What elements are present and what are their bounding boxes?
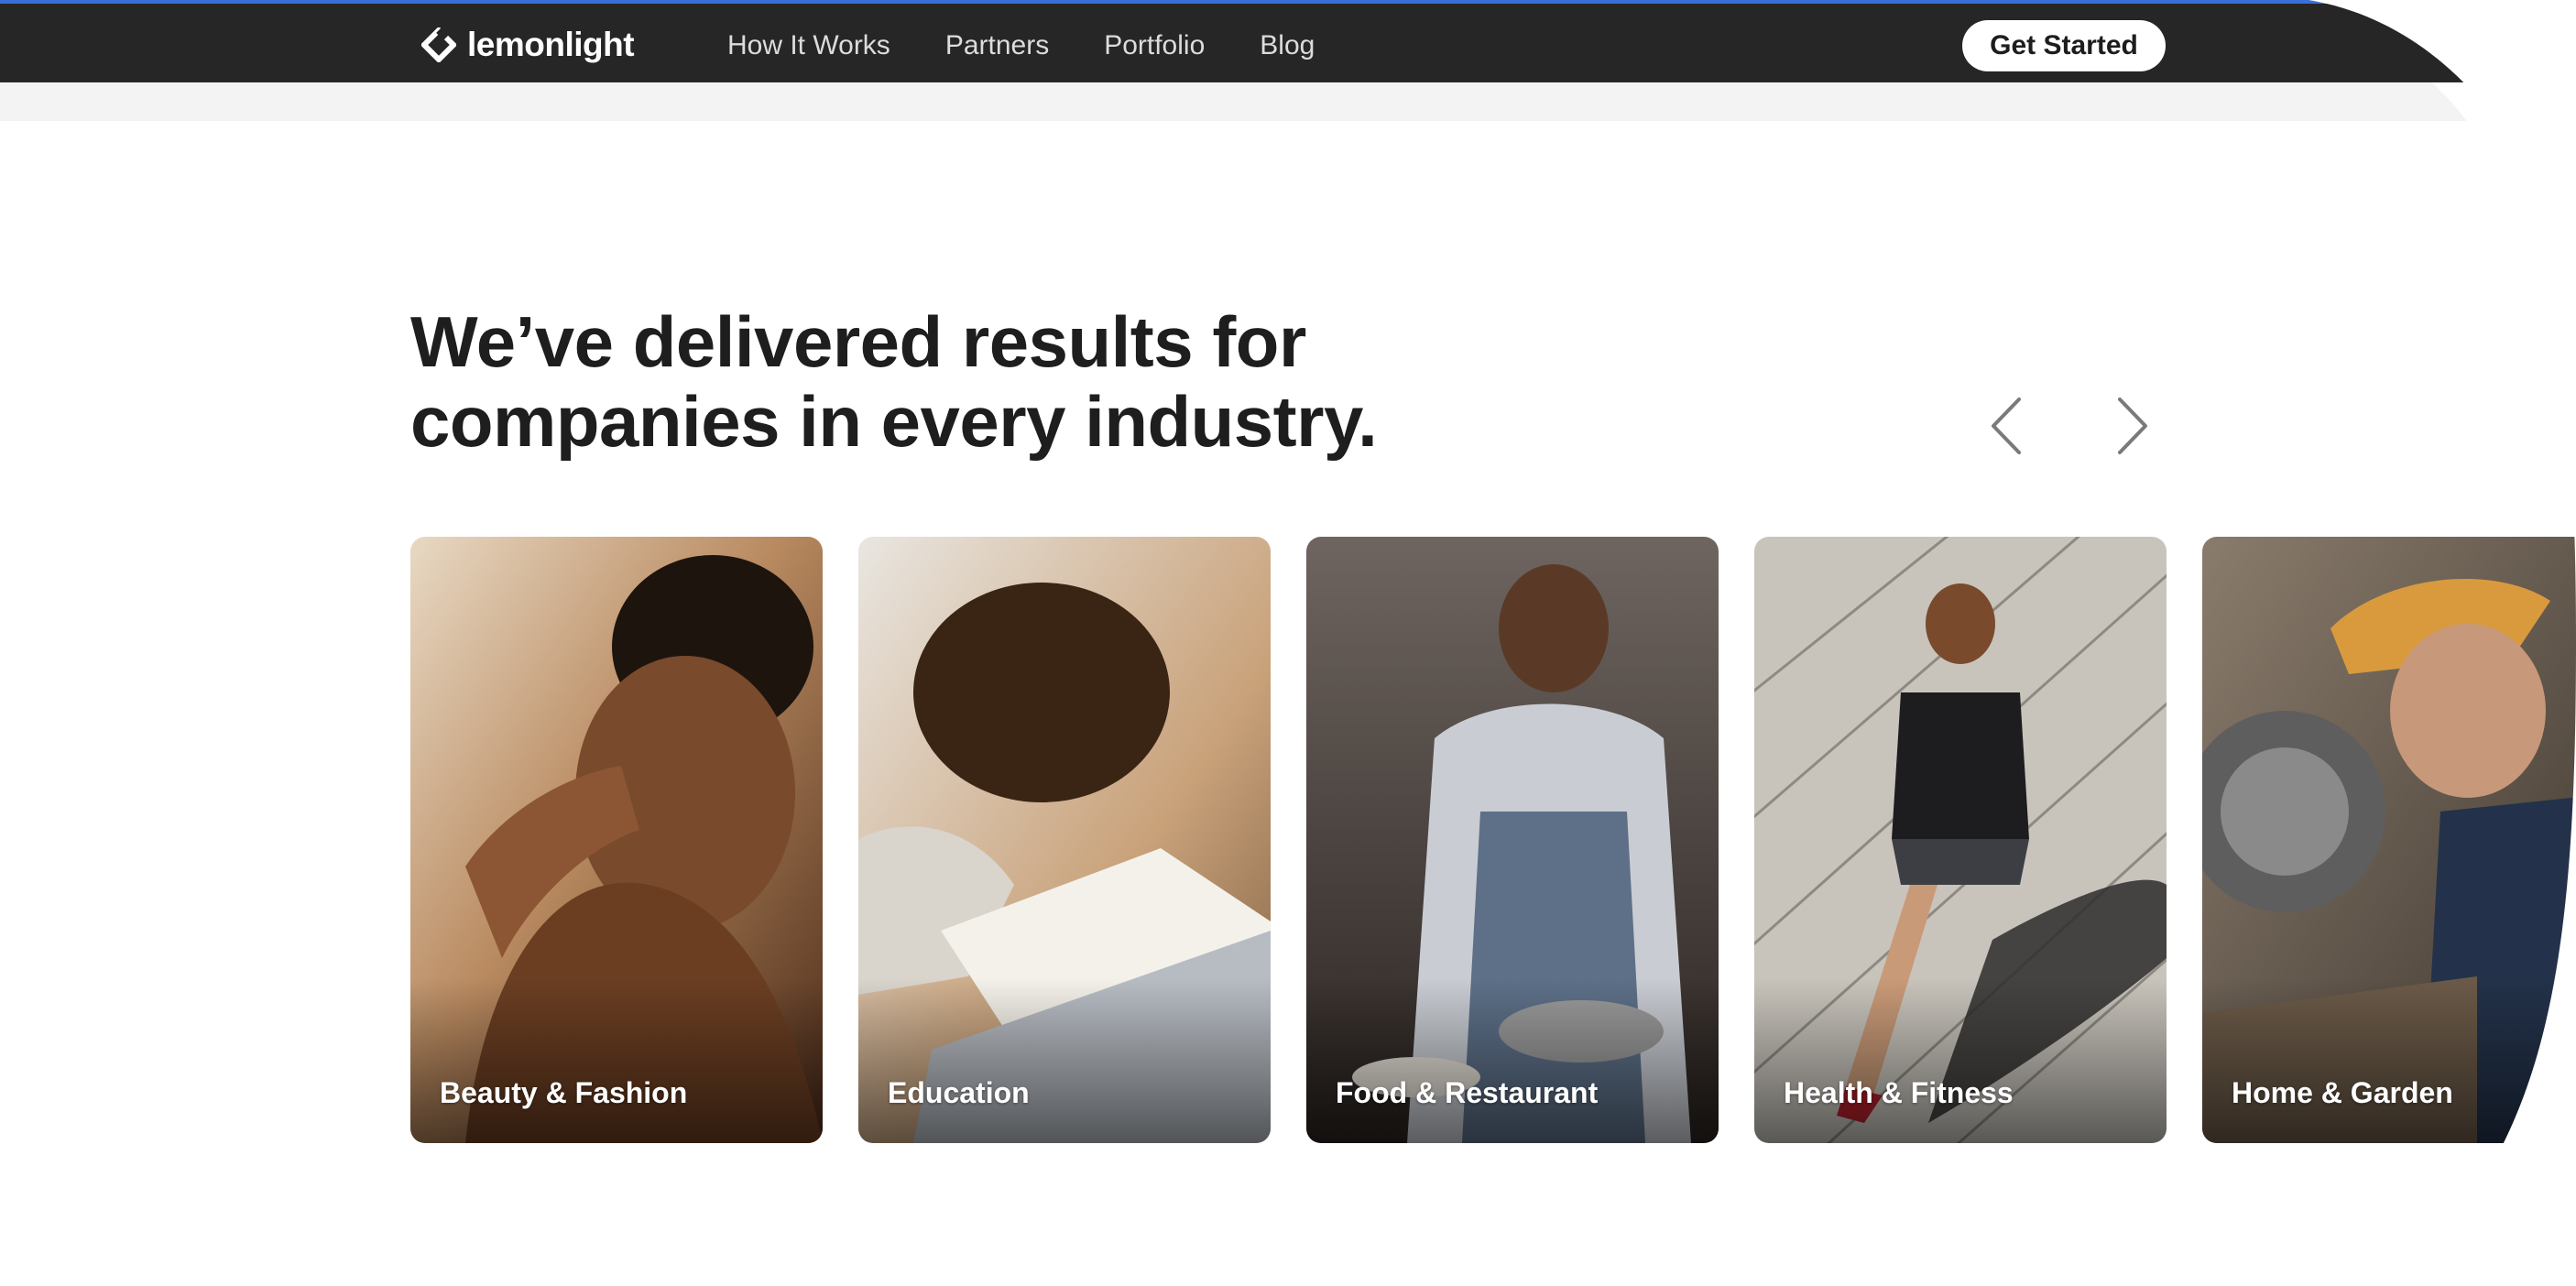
card-shade: [1306, 978, 1719, 1143]
sub-header-strip: [0, 82, 2576, 121]
nav-link-blog[interactable]: Blog: [1260, 27, 1315, 64]
chevron-left-icon[interactable]: [1982, 394, 2032, 458]
card-label-education: Education: [888, 1076, 1030, 1109]
card-shade: [858, 978, 1271, 1143]
get-started-button[interactable]: Get Started: [1962, 20, 2166, 71]
industry-card-education[interactable]: Education: [858, 537, 1271, 1143]
card-shade: [1754, 978, 2167, 1143]
brand-logo[interactable]: lemonlight: [421, 24, 635, 66]
nav-link-portfolio[interactable]: Portfolio: [1104, 27, 1205, 64]
main-nav: How It Works Partners Portfolio Blog: [727, 27, 1315, 64]
nav-link-partners[interactable]: Partners: [945, 27, 1049, 64]
top-navigation-bar: lemonlight How It Works Partners Portfol…: [0, 0, 2576, 82]
card-shade: [2202, 978, 2576, 1143]
industry-card-health-fitness[interactable]: Health & Fitness: [1754, 537, 2167, 1143]
section-headline: We’ve delivered results for companies in…: [410, 302, 1418, 462]
card-shade: [410, 978, 823, 1143]
industry-card-home-garden[interactable]: Home & Garden: [2202, 537, 2576, 1143]
industry-card-beauty-fashion[interactable]: Beauty & Fashion: [410, 537, 823, 1143]
headline-line-1: We’ve delivered results for: [410, 301, 1306, 382]
card-label-health-fitness: Health & Fitness: [1784, 1076, 2014, 1109]
nav-link-how-it-works[interactable]: How It Works: [727, 27, 890, 64]
chevron-right-icon[interactable]: [2107, 394, 2156, 458]
headline-line-2: companies in every industry.: [410, 381, 1378, 462]
lemonlight-logo-icon: [421, 27, 456, 62]
industry-card-food-restaurant[interactable]: Food & Restaurant: [1306, 537, 1719, 1143]
card-label-beauty-fashion: Beauty & Fashion: [440, 1076, 688, 1109]
card-label-home-garden: Home & Garden: [2232, 1076, 2453, 1109]
brand-name: lemonlight: [467, 26, 635, 63]
industry-carousel: Beauty & Fashion Education Food & Restau…: [410, 537, 2576, 1143]
card-label-food-restaurant: Food & Restaurant: [1336, 1076, 1599, 1109]
